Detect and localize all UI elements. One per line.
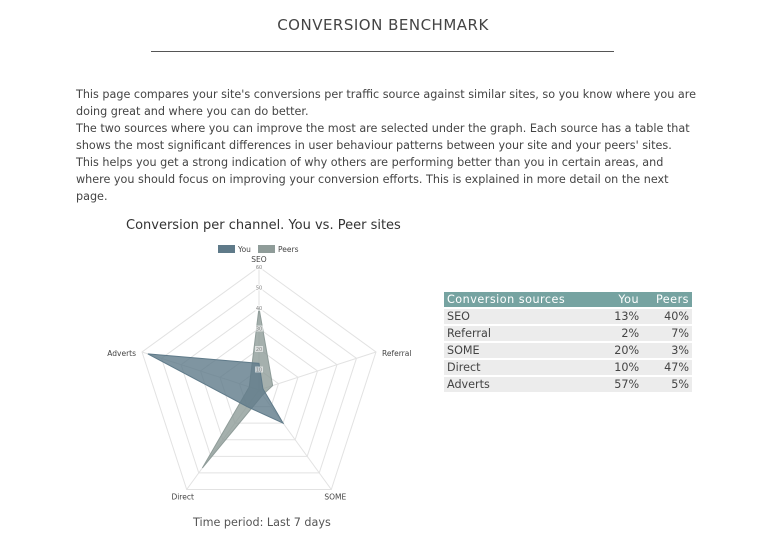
tick-label: 40 (256, 306, 262, 312)
cell-you: 20% (602, 343, 643, 358)
cell-source: SOME (444, 343, 603, 358)
legend-label: You (237, 245, 251, 254)
axis-label-direct: Direct (171, 493, 194, 502)
table-row: Adverts 57% 5% (444, 377, 692, 392)
cell-peers: 40% (642, 309, 692, 324)
cell-you: 57% (602, 377, 643, 392)
cell-source: Adverts (444, 377, 603, 392)
table-row: Referral 2% 7% (444, 326, 692, 341)
table-header-row: Conversion sources You Peers (444, 292, 692, 307)
cell-peers: 47% (642, 360, 692, 375)
cell-peers: 3% (642, 343, 692, 358)
axis-label-seo: SEO (251, 255, 266, 264)
cell-you: 13% (602, 309, 643, 324)
header-source: Conversion sources (444, 292, 603, 307)
cell-source: Referral (444, 326, 603, 341)
radar-chart: 10 20 30 40 50 60SEO Referral SOME Direct Adverts… (107, 245, 411, 502)
cell-peers: 7% (642, 326, 692, 341)
legend-swatch (258, 245, 275, 253)
tick-label: 10 (256, 368, 262, 374)
legend-label: Peers (278, 245, 299, 254)
time-period: Time period: Last 7 days (193, 516, 331, 529)
axis-label-some: SOME (324, 493, 346, 502)
tick-label: 50 (256, 286, 262, 292)
grid-spoke (258, 351, 377, 391)
header-peers: Peers (642, 292, 692, 307)
tick-label: 60 (256, 265, 262, 271)
axis-label-adverts: Adverts (107, 349, 136, 358)
table-row: SOME 20% 3% (444, 343, 692, 358)
tick-label: 30 (256, 327, 262, 333)
table-row: SEO 13% 40% (444, 309, 692, 324)
table-row: Direct 10% 47% (444, 360, 692, 375)
cell-you: 10% (602, 360, 643, 375)
conversion-table: Conversion sources You Peers SEO 13% 40% R… (444, 290, 692, 394)
cell-source: Direct (444, 360, 603, 375)
cell-source: SEO (444, 309, 603, 324)
axis-label-referral: Referral (382, 349, 411, 358)
header-you: You (602, 292, 643, 307)
cell-peers: 5% (642, 377, 692, 392)
cell-you: 2% (602, 326, 643, 341)
legend-swatch (218, 245, 235, 253)
tick-label: 20 (256, 347, 262, 353)
